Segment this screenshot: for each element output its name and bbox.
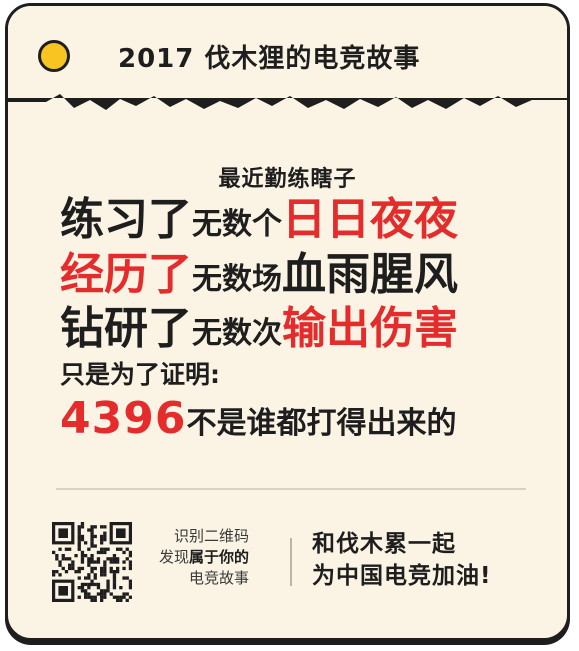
line2-c: 血雨腥风: [282, 249, 458, 300]
qr-line1: 识别二维码: [173, 527, 249, 545]
main-copy: 最近勤练瞎子 练习了无数个日日夜夜 经历了无数场血雨腥风 钻研了无数次输出伤害 …: [8, 6, 567, 638]
qr-line3: 电竞故事: [188, 569, 249, 587]
line3-a: 钻研了: [60, 303, 192, 354]
slogan-line2: 为中国电竞加油!: [312, 563, 492, 589]
footer-divider: [56, 488, 526, 490]
line3-b: 无数次: [192, 316, 282, 351]
line-practice: 练习了无数个日日夜夜: [60, 198, 458, 242]
slogan: 和伐木累一起 为中国电竞加油!: [312, 528, 492, 592]
number-4396: 4396: [60, 393, 187, 444]
qr-line2-prefix: 发现: [158, 548, 189, 566]
line1-a: 练习了: [60, 194, 192, 245]
line-4396: 4396不是谁都打得出来的: [60, 397, 456, 441]
line-study: 钻研了无数次输出伤害: [60, 307, 458, 351]
line-experience: 经历了无数场血雨腥风: [60, 253, 458, 297]
line3-c: 输出伤害: [282, 303, 458, 354]
line2-a: 经历了: [60, 249, 192, 300]
footer-separator: [290, 538, 292, 586]
slogan-line1: 和伐木累一起: [312, 531, 456, 557]
intro-text: 最近勤练瞎子: [218, 167, 357, 192]
qr-line2: 发现属于你的: [159, 547, 249, 568]
line2-b: 无数场: [192, 262, 282, 297]
qr-code-icon[interactable]: [52, 522, 133, 603]
qr-caption: 识别二维码 发现属于你的 电竞故事: [159, 526, 249, 589]
line1-b: 无数个: [192, 207, 282, 242]
line5-rest: 不是谁都打得出来的: [186, 406, 457, 441]
line1-c: 日日夜夜: [282, 194, 458, 245]
line-prove: 只是为了证明:: [60, 360, 220, 389]
story-card: 2017 伐木狸的电竞故事 最近勤练瞎子 练习了无数个日日夜夜 经历了无数场血雨…: [5, 3, 570, 641]
qr-line2-bold: 属于你的: [188, 548, 249, 566]
